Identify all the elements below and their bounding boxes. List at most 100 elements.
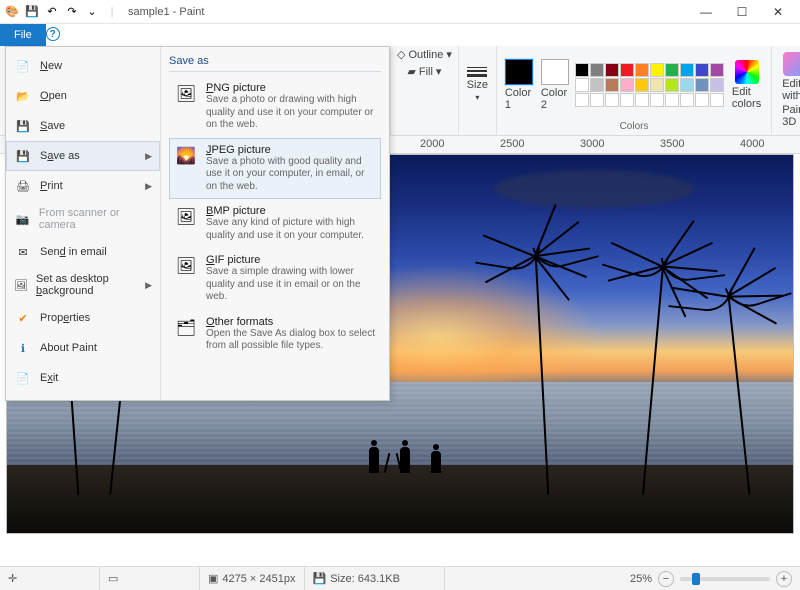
palette-swatch[interactable] <box>695 78 709 92</box>
palette-swatch[interactable] <box>710 78 724 92</box>
file-menu-item-label: Send in email <box>40 246 107 258</box>
file-menu-item-exit[interactable]: 📄Exit <box>6 363 160 393</box>
format-icon: 🖼 <box>174 82 198 106</box>
palette-swatch[interactable] <box>635 78 649 92</box>
palette-swatch[interactable] <box>575 93 589 107</box>
help-icon[interactable]: ? <box>46 27 60 41</box>
palette-swatch[interactable] <box>620 63 634 77</box>
chevron-down-icon: ▾ <box>436 65 442 78</box>
format-desc: Save a photo with good quality and use i… <box>206 156 376 194</box>
palette-swatch[interactable] <box>695 93 709 107</box>
window-title: sample1 - Paint <box>128 6 204 18</box>
format-title: PNG picture <box>206 82 376 94</box>
palette-swatch[interactable] <box>710 93 724 107</box>
color-palette[interactable] <box>575 63 724 107</box>
colors-group-label: Colors <box>620 121 649 134</box>
file-menu-item-properties[interactable]: ✔Properties <box>6 303 160 333</box>
ruler-mark: 3000 <box>580 138 604 150</box>
zoom-out-button[interactable]: − <box>658 571 674 587</box>
palette-swatch[interactable] <box>680 78 694 92</box>
format-desc: Save any kind of picture with high quali… <box>206 217 376 242</box>
palette-swatch[interactable] <box>665 63 679 77</box>
color2-button[interactable]: Color 2 <box>539 55 571 115</box>
edit-with-paint3d-button[interactable]: Edit with Paint 3D <box>778 48 800 132</box>
file-menu-item-save-as[interactable]: 💾 Save as ▶ <box>6 141 160 171</box>
palette-swatch[interactable] <box>590 63 604 77</box>
format-icon: 🖼 <box>174 205 198 229</box>
saveas-format-png[interactable]: 🖼PNG pictureSave a photo or drawing with… <box>169 76 381 138</box>
close-button[interactable]: ✕ <box>760 0 796 24</box>
paint3d-icon <box>783 52 800 76</box>
palette-swatch[interactable] <box>590 93 604 107</box>
file-menu-item-label: About Paint <box>40 342 97 354</box>
qat-customize-icon[interactable]: ⌄ <box>84 4 100 20</box>
file-tab[interactable]: File <box>0 24 46 46</box>
status-dimensions: ▣4275 × 2451px <box>200 567 305 590</box>
format-icon: 🖼 <box>174 254 198 278</box>
palette-swatch[interactable] <box>575 78 589 92</box>
maximize-button[interactable]: ☐ <box>724 0 760 24</box>
palette-swatch[interactable] <box>590 78 604 92</box>
palette-swatch[interactable] <box>650 93 664 107</box>
crosshair-icon: ✛ <box>8 572 17 585</box>
palette-swatch[interactable] <box>635 63 649 77</box>
saveas-header: Save as <box>169 53 381 72</box>
size-dropdown[interactable]: Size▾ <box>465 63 490 106</box>
format-title: BMP picture <box>206 205 376 217</box>
file-menu-item-label: Set as desktop background <box>36 273 137 297</box>
saveas-format-other[interactable]: 🗂Other formatsOpen the Save As dialog bo… <box>169 310 381 359</box>
file-menu-item-save[interactable]: 💾Save <box>6 111 160 141</box>
file-menu-item-label: Print <box>40 180 63 192</box>
saveas-format-bmp[interactable]: 🖼 BMP pictureSave any kind of picture wit… <box>169 199 381 248</box>
palette-swatch[interactable] <box>620 78 634 92</box>
edit-colors-button[interactable]: Edit colors <box>728 56 765 114</box>
file-menu-item-send-in-email[interactable]: ✉Send in email <box>6 237 160 267</box>
minimize-button[interactable]: ― <box>688 0 724 24</box>
palette-swatch[interactable] <box>665 78 679 92</box>
file-menu-item-print[interactable]: 🖨Print▶ <box>6 171 160 201</box>
chevron-down-icon: ▾ <box>475 93 479 102</box>
outline-dropdown[interactable]: ◇Outline ▾ <box>397 48 452 61</box>
zoom-slider[interactable] <box>680 577 770 581</box>
qat-undo-icon[interactable]: ↶ <box>44 4 60 20</box>
save-icon: 💾 <box>14 147 32 165</box>
palette-swatch[interactable] <box>575 63 589 77</box>
color1-button[interactable]: Color 1 <box>503 55 535 115</box>
quick-access-toolbar: 🎨 💾 ↶ ↷ ⌄ | <box>4 4 120 20</box>
file-menu-saveas-panel: Save as 🖼PNG pictureSave a photo or draw… <box>161 47 389 400</box>
palette-swatch[interactable] <box>665 93 679 107</box>
palette-swatch[interactable] <box>605 63 619 77</box>
palette-swatch[interactable] <box>710 63 724 77</box>
palette-swatch[interactable] <box>605 93 619 107</box>
qat-save-icon[interactable]: 💾 <box>24 4 40 20</box>
palette-swatch[interactable] <box>680 93 694 107</box>
palette-swatch[interactable] <box>680 63 694 77</box>
zoom-in-button[interactable]: + <box>776 571 792 587</box>
ruler-mark: 4000 <box>740 138 764 150</box>
set-icon: 🖼 <box>14 276 28 294</box>
chevron-right-icon: ▶ <box>145 151 152 162</box>
saveas-format-gif[interactable]: 🖼GIF pictureSave a simple drawing with l… <box>169 248 381 310</box>
chevron-right-icon: ▶ <box>145 181 152 192</box>
palette-swatch[interactable] <box>605 78 619 92</box>
file-menu-item-about-paint[interactable]: ℹAbout Paint <box>6 333 160 363</box>
qat-redo-icon[interactable]: ↷ <box>64 4 80 20</box>
status-filesize: 💾Size: 643.1KB <box>305 567 445 590</box>
palette-swatch[interactable] <box>695 63 709 77</box>
palette-swatch[interactable] <box>650 63 664 77</box>
selection-icon: ▭ <box>108 572 118 585</box>
status-selection: ▭ <box>100 567 200 590</box>
title-bar: 🎨 💾 ↶ ↷ ⌄ | sample1 - Paint ― ☐ ✕ <box>0 0 800 24</box>
file-menu-item-open[interactable]: 📂Open <box>6 81 160 111</box>
saveas-format-jpeg[interactable]: 🌄JPEG pictureSave a photo with good qual… <box>169 138 381 200</box>
file-menu-item-set-as-desktop-background[interactable]: 🖼Set as desktop background▶ <box>6 267 160 303</box>
file-menu-item-label: Open <box>40 90 67 102</box>
file-menu-item-new[interactable]: 📄New <box>6 51 160 81</box>
palette-swatch[interactable] <box>650 78 664 92</box>
ribbon-tabs: File ? <box>0 24 800 46</box>
format-title: JPEG picture <box>206 144 376 156</box>
palette-swatch[interactable] <box>620 93 634 107</box>
palette-swatch[interactable] <box>635 93 649 107</box>
file-menu-item-label: Save as <box>40 150 80 162</box>
fill-dropdown[interactable]: ▰Fill ▾ <box>407 65 441 78</box>
